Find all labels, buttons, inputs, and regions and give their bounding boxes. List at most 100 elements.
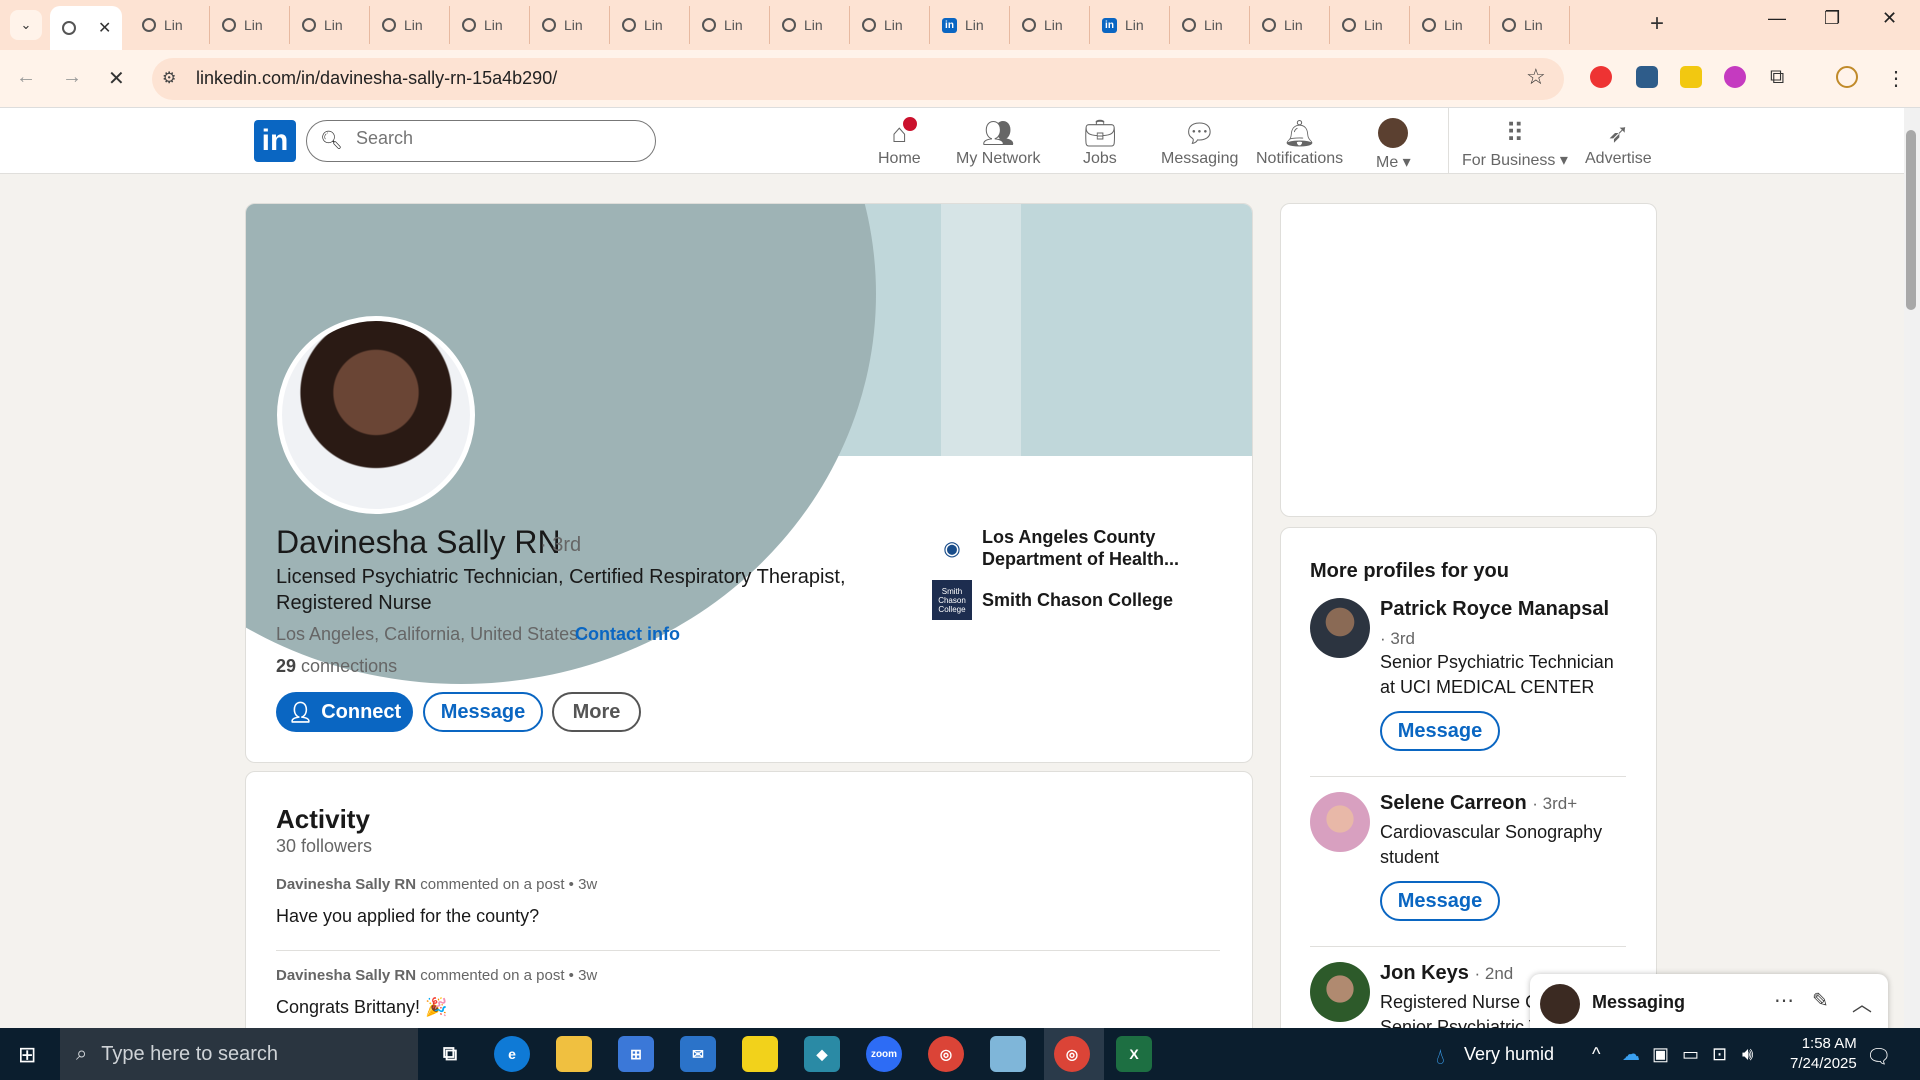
chrome-icon[interactable]: ◎ [928,1036,964,1072]
extension-icon[interactable] [1680,66,1702,88]
browser-tab[interactable]: Lin [1490,6,1570,44]
loading-icon [622,18,636,32]
profile-icon[interactable] [1836,66,1858,88]
more-button[interactable]: More [552,692,641,732]
browser-tab[interactable]: Lin [1170,6,1250,44]
browser-tab[interactable]: Lin [610,6,690,44]
battery-icon[interactable]: ▭ [1682,1044,1699,1065]
close-window-icon[interactable]: ✕ [1882,8,1897,29]
scrollbar-thumb[interactable] [1906,130,1916,310]
taskbar-search[interactable]: ⌕ Type here to search [60,1028,418,1080]
contact-info-link[interactable]: Contact info [575,624,680,645]
nav-label: Messaging [1161,150,1239,167]
connect-button[interactable]: 👤︎ Connect [276,692,413,732]
browser-tab[interactable]: Lin [370,6,450,44]
compose-icon[interactable]: ✎ [1812,988,1829,1013]
extension-icon[interactable] [1724,66,1746,88]
tab-search-button[interactable]: ⌄ [10,10,42,40]
avatar[interactable] [1310,792,1370,852]
org-lacounty[interactable]: ◉ Los Angeles County Department of Healt… [932,526,1192,570]
edge-icon[interactable]: e [494,1036,530,1072]
network-icon[interactable]: ⊡ [1712,1044,1727,1065]
browser-tab[interactable]: Lin [290,6,370,44]
browser-tab[interactable]: Lin [450,6,530,44]
message-button[interactable]: Message [1380,881,1500,921]
message-button[interactable]: Message [1380,711,1500,751]
linkedin-logo[interactable]: in [254,120,296,162]
app-icon[interactable] [990,1036,1026,1072]
extension-icon[interactable] [1590,66,1612,88]
nav-jobs[interactable]: 💼︎ Jobs [1083,116,1117,168]
browser-tab[interactable]: Lin [850,6,930,44]
browser-tab[interactable]: Lin [130,6,210,44]
loading-icon [862,18,876,32]
new-tab-button[interactable]: + [1650,10,1664,38]
meet-icon[interactable]: ▣ [1652,1044,1669,1065]
weather-icon[interactable]: 💧︎ [1436,1044,1445,1070]
store-icon[interactable]: ⊞ [618,1036,654,1072]
message-button[interactable]: Message [423,692,543,732]
org-smith-chason[interactable]: Smith Chason College Smith Chason Colleg… [932,580,1192,620]
more-options-icon[interactable]: ⋯ [1774,988,1794,1013]
puzzle-icon[interactable]: ⧉ [1770,66,1792,88]
file-explorer-icon[interactable] [556,1036,592,1072]
restore-icon[interactable]: ❐ [1824,8,1840,29]
windows-start-icon[interactable]: ⊞ [18,1042,36,1068]
stop-loading-button[interactable]: ✕ [108,66,125,91]
onedrive-icon[interactable]: ☁ [1622,1044,1640,1065]
close-icon[interactable]: ✕ [98,18,111,38]
nav-me[interactable]: Me ▾ [1376,118,1411,172]
volume-icon[interactable]: 🔊︎ [1742,1044,1753,1065]
activity-text[interactable]: Have you applied for the county? [276,906,539,927]
suggestion-name[interactable]: Patrick Royce Manapsal [1380,598,1609,621]
nav-messaging[interactable]: 💬︎ Messaging [1161,116,1238,168]
browser-tab[interactable]: Lin [1250,6,1330,44]
chevron-up-icon[interactable]: ︿ [1852,988,1872,1017]
minimize-icon[interactable]: — [1768,8,1786,29]
browser-tab[interactable]: Lin [1410,6,1490,44]
browser-tab[interactable]: Lin [530,6,610,44]
chrome-icon[interactable]: ◎ [1054,1036,1090,1072]
url-text[interactable]: linkedin.com/in/davinesha-sally-rn-15a4b… [196,68,557,89]
browser-tab[interactable]: Lin [770,6,850,44]
notification-center-icon[interactable]: 🗨︎ [1866,1044,1891,1069]
chevron-up-icon[interactable]: ^ [1592,1044,1600,1065]
messaging-bar[interactable]: Messaging ⋯ ✎ ︿ [1530,974,1888,1032]
tab-title: Lin [164,17,183,33]
system-clock[interactable]: 1:58 AM 7/24/2025 [1790,1034,1857,1074]
nav-advertise[interactable]: ➶ Advertise [1585,116,1652,168]
browser-tab[interactable]: Lin [210,6,290,44]
suggestion-name[interactable]: Selene Carreon · 3rd+ [1380,792,1577,815]
avatar[interactable] [1310,962,1370,1022]
browser-tab[interactable]: in Lin [930,6,1010,44]
app-icon[interactable]: ◆ [804,1036,840,1072]
extension-icon[interactable] [1636,66,1658,88]
browser-tab[interactable]: Lin [690,6,770,44]
bookmark-star-icon[interactable]: ☆ [1526,64,1546,90]
weather-text[interactable]: Very humid [1464,1044,1554,1065]
nav-for-business[interactable]: ⠿ For Business ▾ [1462,116,1568,170]
browser-tab[interactable]: Lin [1330,6,1410,44]
browser-tab[interactable]: Lin [1010,6,1090,44]
mail-icon[interactable]: ✉ [680,1036,716,1072]
suggestion-name[interactable]: Jon Keys · 2nd [1380,962,1513,985]
profile-photo[interactable] [277,316,475,514]
forward-button[interactable]: → [62,66,82,89]
excel-icon[interactable]: X [1116,1036,1152,1072]
task-view-icon[interactable]: ⧉ [432,1036,468,1072]
menu-icon[interactable]: ⋮ [1886,66,1906,91]
sticky-notes-icon[interactable] [742,1036,778,1072]
activity-text[interactable]: Congrats Brittany! 🎉 [276,997,447,1018]
nav-my-network[interactable]: 👥︎ My Network [956,116,1040,168]
connections-count[interactable]: 29 connections [276,656,397,677]
search-input[interactable] [356,128,636,149]
site-info-icon[interactable]: ⚙ [162,68,176,88]
browser-tab[interactable]: in Lin [1090,6,1170,44]
back-button[interactable]: ← [16,66,36,89]
nav-notifications[interactable]: 🔔︎ Notifications [1256,116,1343,168]
avatar[interactable] [1310,598,1370,658]
active-tab[interactable]: ✕ [50,6,122,50]
zoom-icon[interactable]: zoom [866,1036,902,1072]
profile-suggestion: Patrick Royce Manapsal · 3rd Senior Psyc… [1310,598,1626,758]
tab-title: Lin [244,17,263,33]
